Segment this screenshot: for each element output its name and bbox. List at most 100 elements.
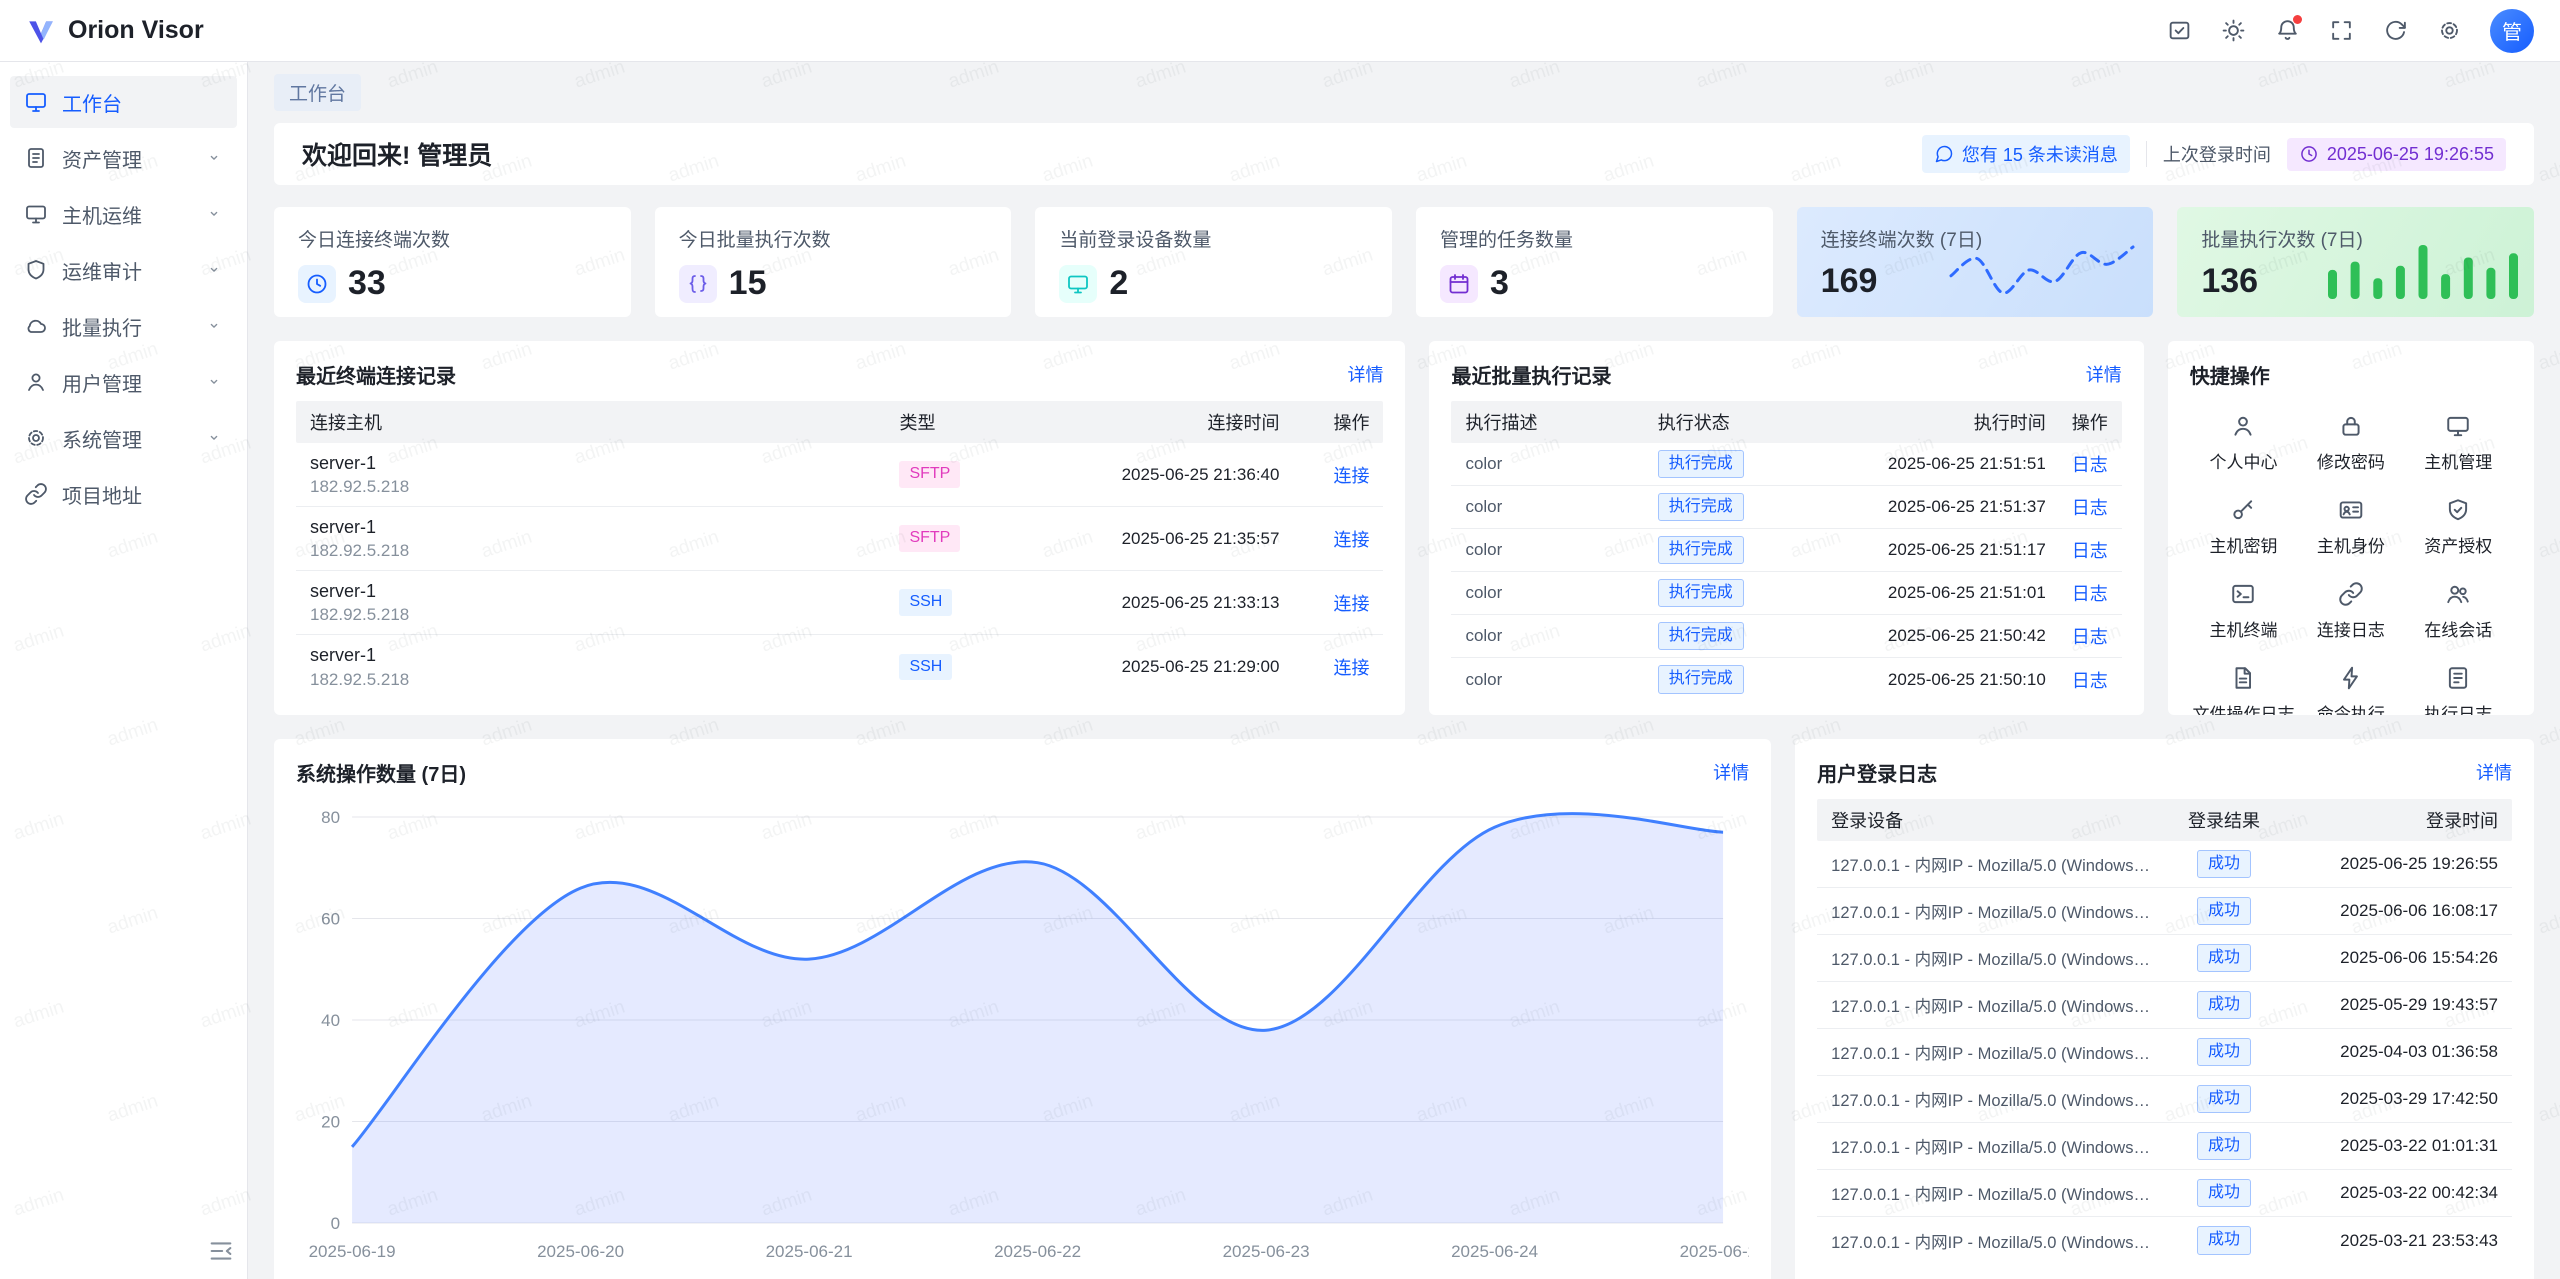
log-link[interactable]: 日志 [2072,627,2108,647]
sidebar-item-host-operations[interactable]: 主机运维 [10,188,237,240]
log-link[interactable]: 日志 [2072,455,2108,475]
chevron-down-icon [205,317,223,335]
col-header: 登录结果 [2162,807,2286,833]
fullscreen-icon[interactable] [2320,10,2362,52]
last-login-time: 2025-06-25 19:26:55 [2327,144,2494,165]
login-time: 2025-03-21 23:53:43 [2286,1231,2498,1251]
stat-card-terminal-today: 今日连接终端次数 33 [274,207,631,317]
details-link[interactable]: 详情 [1347,361,1383,387]
connect-link[interactable]: 连接 [1333,594,1369,614]
stat-card-batch-7d: 批量执行次数 (7日) 136 [2177,207,2534,317]
sidebar-item-asset-management[interactable]: 资产管理 [10,132,237,184]
quick-action-host-identity[interactable]: 主机身份 [2297,485,2404,569]
quick-action-command-execution[interactable]: 命令执行 [2297,653,2404,715]
settings-gear-icon[interactable] [2428,10,2470,52]
svg-text:2025-06-22: 2025-06-22 [994,1242,1081,1261]
quick-action-host-management[interactable]: 主机管理 [2405,401,2512,485]
terminal-icon [2230,581,2256,607]
exec-desc: color [1465,583,1657,603]
login-time: 2025-03-22 01:01:31 [2286,1136,2498,1156]
status-badge: 执行完成 [1658,579,1744,608]
host-name: server-1 [310,516,899,539]
middle-row: 最近终端连接记录 详情 连接主机 类型 连接时间 操作 server-1182.… [274,341,2534,715]
details-link[interactable]: 详情 [1713,759,1749,785]
host-ip: 182.92.5.218 [310,540,899,561]
col-header: 执行状态 [1658,409,1808,435]
avatar[interactable]: 管 [2490,9,2534,53]
notification-dot [2293,15,2302,24]
login-device: 127.0.0.1 - 内网IP - Mozilla/5.0 (Windows … [1831,1229,2162,1253]
svg-text:2025-06-24: 2025-06-24 [1451,1242,1538,1261]
quick-action-connection-logs[interactable]: 连接日志 [2297,569,2404,653]
sidebar-item-user-management[interactable]: 用户管理 [10,356,237,408]
svg-text:20: 20 [321,1113,340,1132]
table-row: 127.0.0.1 - 内网IP - Mozilla/5.0 (Windows … [1817,982,2512,1029]
details-link[interactable]: 详情 [2476,759,2512,785]
breadcrumb-item-workbench[interactable]: 工作台 [274,74,361,111]
status-badge: 成功 [2197,1132,2251,1161]
lock-icon [2338,413,2364,439]
theme-sun-icon[interactable] [2212,10,2254,52]
welcome-meta: 您有 15 条未读消息 上次登录时间 2025-06-25 19:26:55 [1922,135,2506,173]
sidebar-item-label: 用户管理 [62,368,191,397]
connect-link[interactable]: 连接 [1333,658,1369,678]
table-row: color 执行完成 2025-06-25 21:51:51 日志 [1451,443,2121,486]
sidebar-item-system-management[interactable]: 系统管理 [10,412,237,464]
protocol-tag: SSH [899,654,952,681]
workspace-icon[interactable] [2158,10,2200,52]
login-device: 127.0.0.1 - 内网IP - Mozilla/5.0 (Windows … [1831,993,2162,1017]
monitor-icon [24,202,48,226]
log-link[interactable]: 日志 [2072,671,2108,691]
chevron-down-icon [205,261,223,279]
quick-action-asset-authorization[interactable]: 资产授权 [2405,485,2512,569]
stat-label: 今日批量执行次数 [679,225,988,252]
quick-action-change-password[interactable]: 修改密码 [2297,401,2404,485]
col-header: 连接主机 [310,409,899,435]
quick-action-personal-center[interactable]: 个人中心 [2190,401,2297,485]
table-row: color 执行完成 2025-06-25 21:51:37 日志 [1451,486,2121,529]
login-device: 127.0.0.1 - 内网IP - Mozilla/5.0 (Windows … [1831,1134,2162,1158]
sidebar-item-project-link[interactable]: 项目地址 [10,468,237,520]
quick-action-file-operation-logs[interactable]: 文件操作日志 [2190,653,2297,715]
sidebar-item-batch-execution[interactable]: 批量执行 [10,300,237,352]
cloud-icon [24,314,48,338]
notification-bell-icon[interactable] [2266,10,2308,52]
connect-link[interactable]: 连接 [1333,530,1369,550]
sidebar-item-ops-audit[interactable]: 运维审计 [10,244,237,296]
sidebar-collapse-icon[interactable] [207,1237,235,1265]
user-icon [2230,413,2256,439]
gear-icon [24,426,48,450]
details-link[interactable]: 详情 [2086,361,2122,387]
clock-icon [298,265,336,303]
sidebar-item-workbench[interactable]: 工作台 [10,76,237,128]
log-link[interactable]: 日志 [2072,498,2108,518]
quick-action-host-keys[interactable]: 主机密钥 [2190,485,2297,569]
svg-text:0: 0 [331,1214,340,1233]
stat-card-batch-today: 今日批量执行次数 15 [655,207,1012,317]
quick-action-online-sessions[interactable]: 在线会话 [2405,569,2512,653]
log-link[interactable]: 日志 [2072,541,2108,561]
unread-messages-badge[interactable]: 您有 15 条未读消息 [1922,135,2130,173]
exec-time: 2025-06-25 21:51:51 [1808,454,2046,474]
status-badge: 成功 [2197,1038,2251,1067]
refresh-icon[interactable] [2374,10,2416,52]
key-icon [2230,497,2256,523]
exec-time: 2025-06-25 21:51:01 [1808,583,2046,603]
app-root: Orion Visor 管 [0,0,2560,1279]
stat-value: 2 [1109,264,1128,303]
table-row: server-1182.92.5.218 SSH 2025-06-25 21:3… [296,571,1383,635]
connect-link[interactable]: 连接 [1333,466,1369,486]
terminal-7d-sparkline [1947,241,2137,299]
col-header: 登录时间 [2286,807,2498,833]
chevron-down-icon [205,373,223,391]
svg-text:2025-06-20: 2025-06-20 [537,1242,624,1261]
stat-label: 今日连接终端次数 [298,225,607,252]
panel-title: 最近终端连接记录 [296,360,456,389]
log-link[interactable]: 日志 [2072,584,2108,604]
table-row: 127.0.0.1 - 内网IP - Mozilla/5.0 (Windows … [1817,1029,2512,1076]
quick-action-host-terminal[interactable]: 主机终端 [2190,569,2297,653]
divider [2146,141,2147,167]
quick-action-execution-logs[interactable]: 执行日志 [2405,653,2512,715]
exec-desc: color [1465,497,1657,517]
brand: Orion Visor [26,16,204,46]
